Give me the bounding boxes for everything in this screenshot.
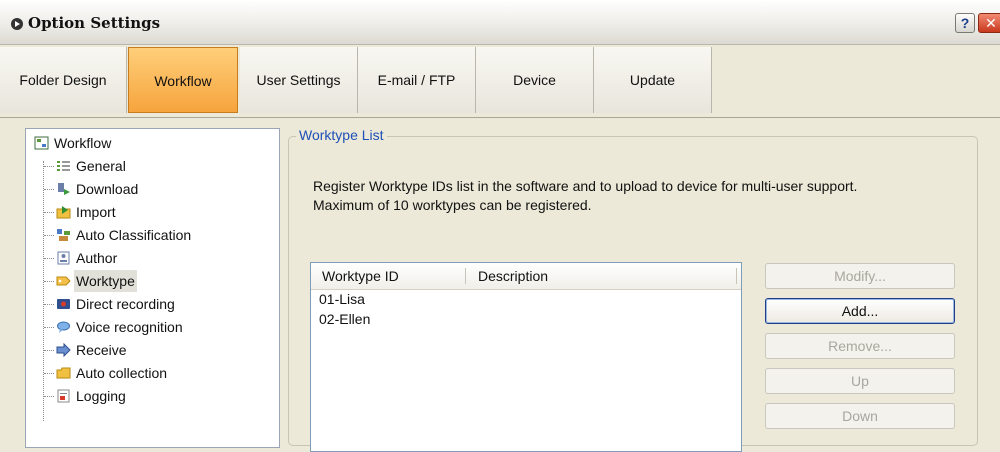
down-button[interactable]: Down [765,403,955,429]
tree-item-label: Download [76,181,139,197]
receive-icon [56,343,71,357]
auto-collection-icon [56,367,71,379]
tab-update[interactable]: Update [594,47,712,113]
help-button[interactable]: ? [955,13,975,33]
tree-item-label: Author [76,250,118,266]
voice-recognition-icon [57,321,70,333]
settings-tree[interactable]: Workflow General Download Import Auto Cl… [25,128,280,448]
description-text: Register Worktype IDs list in the softwa… [313,178,858,213]
title-bar: Option Settings ? ✕ [0,0,1000,45]
tree-item-label: General [76,158,126,174]
tree-item-label: Logging [76,388,126,404]
direct-recording-icon [57,299,70,309]
workflow-icon [34,136,49,150]
add-button[interactable]: Add... [765,298,955,324]
tree-item-label: Auto Classification [76,227,192,243]
tree-item-label: Voice recognition [76,319,183,335]
tab-bar: Folder Design Workflow User Settings E-m… [0,45,1000,118]
import-icon [56,206,71,219]
group-legend: Worktype List [296,127,387,143]
column-separator[interactable] [736,268,737,284]
tab-workflow[interactable]: Workflow [128,47,238,113]
window-title: Option Settings [28,14,161,32]
list-item[interactable]: 01-Lisa [319,289,365,309]
tab-user-settings[interactable]: User Settings [240,47,358,113]
column-separator[interactable] [465,268,466,284]
worktype-icon [56,276,71,286]
modify-button[interactable]: Modify... [765,263,955,289]
tree-item-label: Receive [76,342,127,358]
tree-item-label: Auto collection [76,365,168,381]
tree-connector [43,161,44,421]
download-icon [58,183,70,195]
listview-header: Worktype ID Description [311,263,741,290]
tree-item-label: Import [76,204,116,220]
logging-icon [57,389,70,403]
close-button[interactable]: ✕ [978,13,1000,33]
list-item[interactable]: 02-Ellen [319,309,370,329]
column-header-worktype-id[interactable]: Worktype ID [322,263,399,289]
general-icon [57,161,70,171]
tab-email-ftp[interactable]: E-mail / FTP [358,47,476,113]
auto-classification-icon [57,229,70,241]
author-icon [57,251,70,265]
app-icon [11,18,23,30]
worktype-listview[interactable]: Worktype ID Description 01-Lisa 02-Ellen [310,262,742,452]
tree-item-label: Direct recording [76,296,175,312]
tree-item-label: Worktype [74,270,137,292]
tree-item-label: Workflow [54,135,112,151]
up-button[interactable]: Up [765,368,955,394]
tab-device[interactable]: Device [476,47,594,113]
remove-button[interactable]: Remove... [765,333,955,359]
tab-folder-design[interactable]: Folder Design [0,47,127,113]
column-header-description[interactable]: Description [478,263,548,289]
